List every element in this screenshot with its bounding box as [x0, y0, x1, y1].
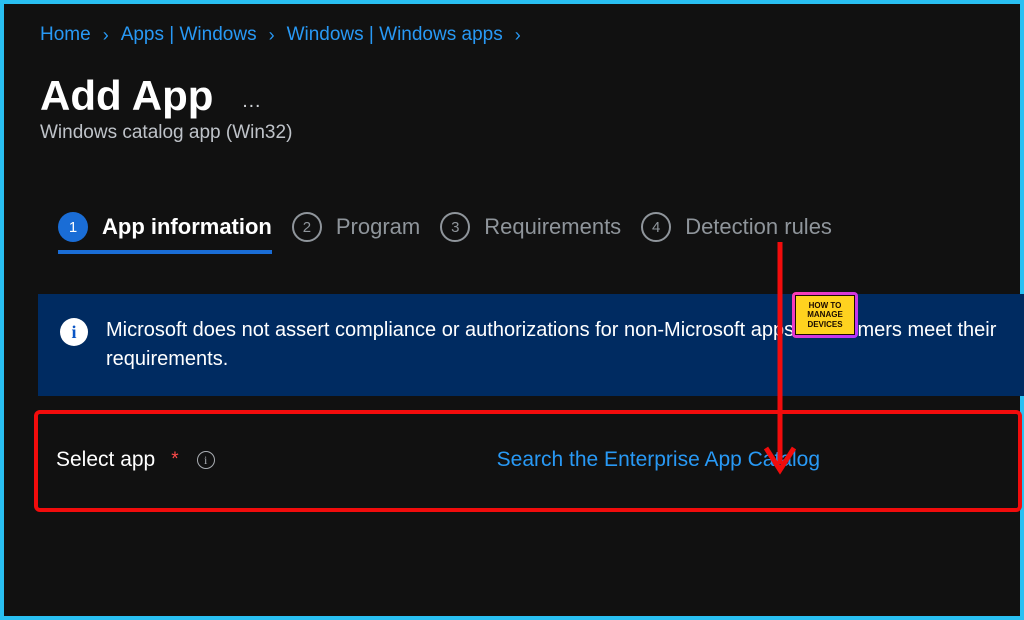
main-panel: Home › Apps | Windows › Windows | Window… — [4, 4, 1020, 616]
page-title-row: Add App … — [40, 72, 1020, 120]
badge-line: DEVICES — [807, 320, 842, 330]
badge-line: MANAGE — [807, 310, 843, 320]
breadcrumb-apps[interactable]: Apps | Windows — [121, 24, 257, 46]
breadcrumb-home[interactable]: Home — [40, 24, 91, 46]
info-banner: i Microsoft does not assert compliance o… — [38, 294, 1024, 396]
tab-label: Program — [336, 214, 420, 240]
info-icon: i — [60, 318, 88, 346]
tab-label: App information — [102, 214, 272, 240]
more-actions-button[interactable]: … — [241, 90, 263, 113]
tab-label: Detection rules — [685, 214, 832, 240]
badge-line: HOW TO — [809, 301, 842, 311]
breadcrumb-windows-apps[interactable]: Windows | Windows apps — [287, 24, 503, 46]
select-app-row: Select app * i Search the Enterprise App… — [34, 410, 1022, 512]
page-title: Add App — [40, 72, 213, 120]
tab-app-information[interactable]: 1 App information — [58, 212, 272, 254]
chevron-right-icon: › — [269, 25, 275, 46]
tab-requirements[interactable]: 3 Requirements — [440, 212, 621, 254]
wizard-tabs: 1 App information 2 Program 3 Requiremen… — [58, 212, 1020, 254]
page-subtitle: Windows catalog app (Win32) — [40, 122, 1020, 144]
watermark-text: HOW TO MANAGE DEVICES — [795, 295, 855, 335]
watermark-badge: HOW TO MANAGE DEVICES — [792, 292, 858, 338]
step-number-icon: 3 — [440, 212, 470, 242]
search-catalog-link[interactable]: Search the Enterprise App Catalog — [497, 448, 820, 472]
info-banner-text: Microsoft does not assert compliance or … — [106, 316, 1006, 374]
step-number-icon: 2 — [292, 212, 322, 242]
tab-detection-rules[interactable]: 4 Detection rules — [641, 212, 832, 254]
tab-label: Requirements — [484, 214, 621, 240]
breadcrumb: Home › Apps | Windows › Windows | Window… — [40, 24, 1020, 46]
required-star-icon: * — [171, 449, 178, 471]
help-icon[interactable]: i — [197, 451, 215, 469]
select-app-label: Select app — [56, 448, 155, 472]
chevron-right-icon: › — [515, 25, 521, 46]
step-number-icon: 1 — [58, 212, 88, 242]
chevron-right-icon: › — [103, 25, 109, 46]
step-number-icon: 4 — [641, 212, 671, 242]
tab-program[interactable]: 2 Program — [292, 212, 420, 254]
